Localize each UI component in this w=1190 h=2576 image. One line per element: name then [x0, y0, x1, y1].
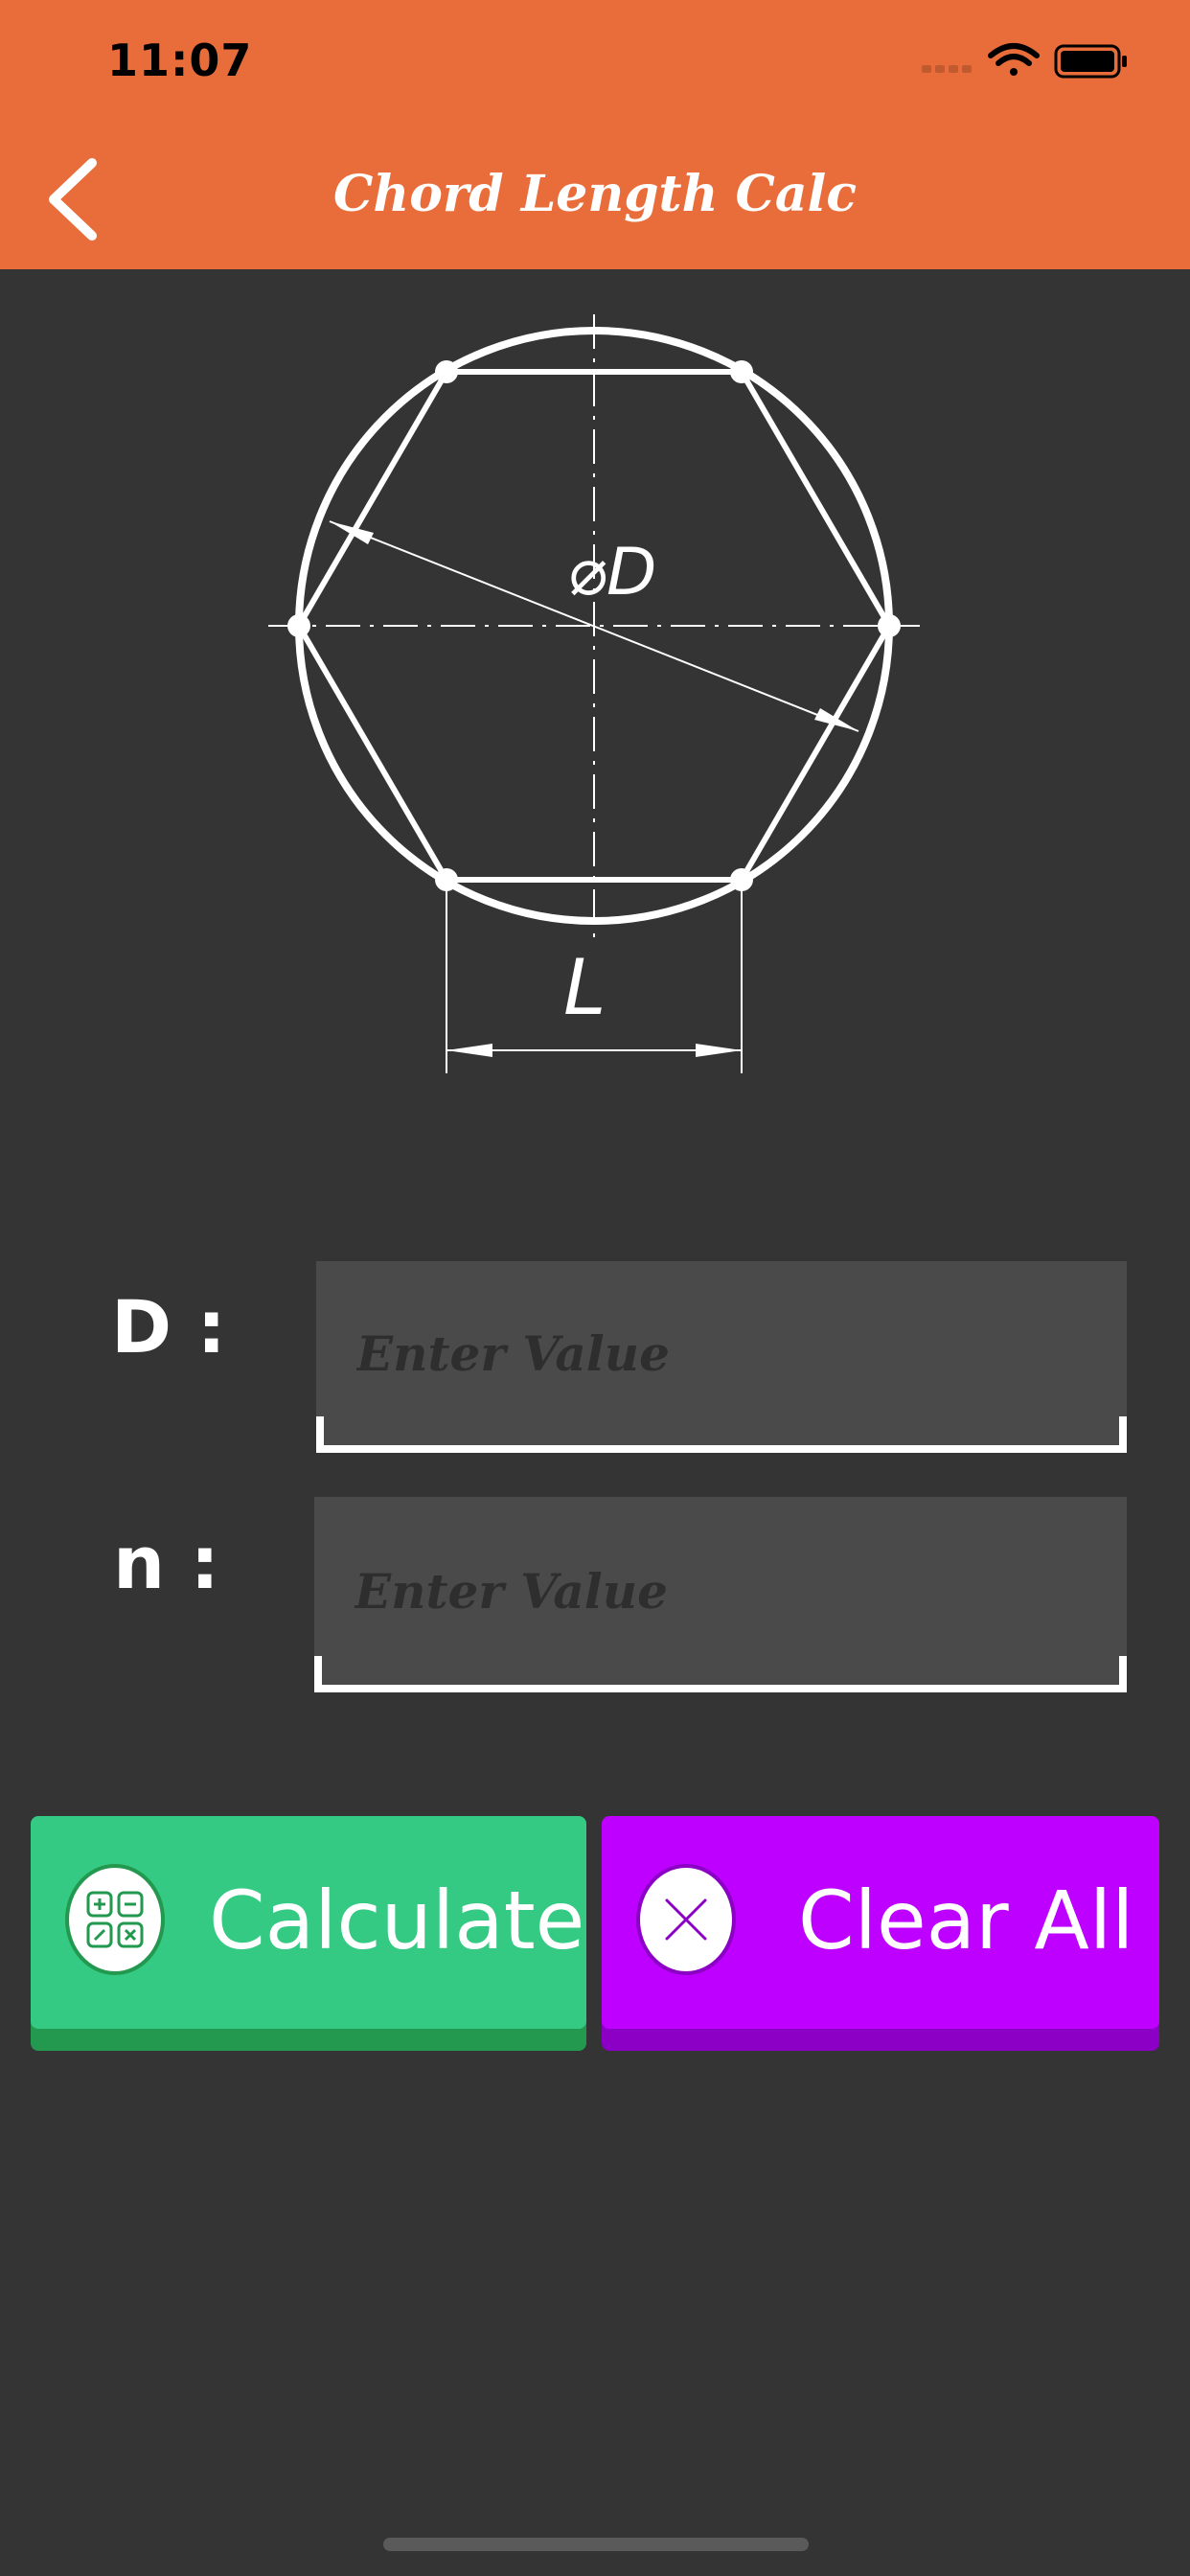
calculate-button[interactable]: Calculate	[31, 1816, 586, 2051]
n-input-underline-tick-left	[314, 1656, 322, 1692]
d-input-underline-tick-left	[316, 1416, 324, 1453]
d-input-underline-tick-right	[1119, 1416, 1127, 1453]
chord-label: L	[563, 943, 606, 1032]
home-indicator[interactable]	[383, 2538, 809, 2551]
n-field-label: n :	[113, 1520, 219, 1605]
diameter-arrow-start	[330, 521, 374, 544]
diameter-label: ⌀D	[567, 535, 656, 610]
clear-all-button[interactable]: Clear All	[602, 1816, 1159, 2051]
calculate-button-label: Calculate	[209, 1874, 585, 1967]
d-input-underline	[316, 1445, 1127, 1453]
wifi-icon	[988, 43, 1040, 76]
chord-diagram: ⌀D L	[268, 314, 920, 1073]
navigation-bar: 11:07 Chord Length Calc	[0, 0, 1190, 269]
close-circle-icon	[636, 1864, 736, 1975]
vertex-dot	[287, 614, 310, 637]
d-field-label: D :	[111, 1284, 226, 1369]
clear-all-button-label: Clear All	[798, 1874, 1134, 1967]
close-glyph	[665, 1898, 707, 1941]
status-time: 11:07	[107, 34, 253, 86]
status-icons	[922, 43, 1127, 79]
calculator-glyph	[86, 1891, 144, 1948]
page-title: Chord Length Calc	[333, 165, 857, 223]
battery-icon	[1054, 44, 1127, 79]
calculator-icon	[65, 1864, 165, 1975]
n-input[interactable]	[353, 1547, 1104, 1635]
d-input[interactable]	[355, 1309, 1106, 1397]
vertex-dot	[730, 868, 753, 891]
vertex-dot	[435, 360, 458, 383]
vertex-dot	[730, 360, 753, 383]
signal-icon	[922, 65, 972, 73]
d-field	[316, 1261, 1127, 1453]
vertex-dot	[878, 614, 901, 637]
n-field	[314, 1497, 1127, 1692]
chord-arrow-left	[446, 1044, 492, 1057]
chord-arrow-right	[696, 1044, 742, 1057]
n-input-underline	[314, 1685, 1127, 1692]
n-input-underline-tick-right	[1119, 1656, 1127, 1692]
vertex-dot	[435, 868, 458, 891]
